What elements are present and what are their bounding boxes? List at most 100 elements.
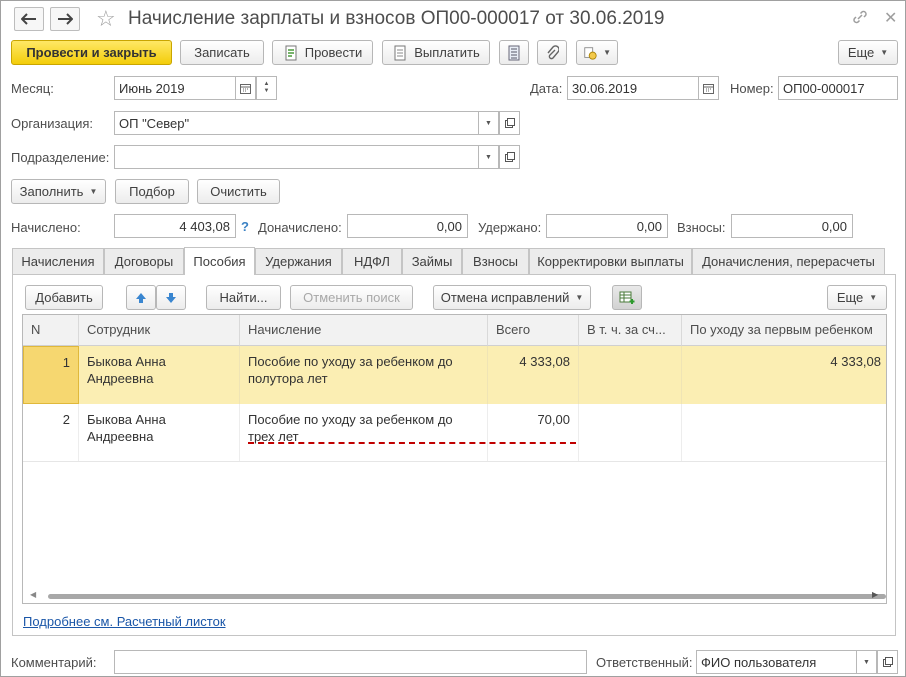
month-field[interactable]: Июнь 2019 — [114, 76, 236, 100]
contributions-label: Взносы: — [677, 220, 726, 235]
chevron-down-icon: ▼ — [485, 119, 492, 127]
col-header-including[interactable]: В т. ч. за сч... — [579, 315, 682, 346]
report-button[interactable] — [499, 40, 529, 65]
close-icon[interactable]: ✕ — [884, 8, 897, 28]
find-button[interactable]: Найти... — [206, 285, 281, 310]
cancel-corrections-button[interactable]: Отмена исправлений ▼ — [433, 285, 591, 310]
chevron-down-icon: ▼ — [575, 293, 584, 302]
favorite-star-icon[interactable]: ☆ — [96, 6, 116, 32]
department-open-button[interactable] — [499, 145, 520, 169]
tab-ndfl[interactable]: НДФЛ — [342, 248, 402, 274]
chevron-down-icon: ▼ — [880, 48, 889, 57]
forward-button[interactable] — [50, 7, 80, 31]
clear-button[interactable]: Очистить — [197, 179, 280, 204]
scrollbar-thumb[interactable] — [48, 594, 886, 599]
organization-field[interactable]: ОП "Север" — [114, 111, 479, 135]
col-header-accrual[interactable]: Начисление — [240, 315, 488, 346]
month-spinner[interactable]: ▲ ▼ — [256, 76, 277, 100]
fill-button[interactable]: Заполнить ▼ — [11, 179, 106, 204]
cell-accrual[interactable]: Пособие по уходу за ребенком до полутора… — [240, 346, 488, 404]
move-down-button[interactable] — [156, 285, 186, 310]
cell-employee[interactable]: Быкова Анна Андреевна — [79, 346, 240, 404]
tab-recalculations[interactable]: Доначисления, перерасчеты — [692, 248, 885, 274]
department-dropdown[interactable]: ▼ — [478, 145, 499, 169]
table-row[interactable]: 1 Быкова Анна Андреевна Пособие по уходу… — [23, 346, 886, 404]
contributions-value: 0,00 — [731, 214, 853, 238]
cell-n[interactable]: 2 — [23, 404, 79, 461]
table-more-button[interactable]: Еще ▼ — [827, 285, 887, 310]
link-icon[interactable] — [852, 9, 868, 29]
cell-first-child[interactable] — [682, 404, 886, 461]
tab-contributions[interactable]: Взносы — [462, 248, 529, 274]
tab-accruals[interactable]: Начисления — [12, 248, 104, 274]
calendar-button[interactable] — [235, 76, 256, 100]
table-row[interactable]: 2 Быкова Анна Андреевна Пособие по уходу… — [23, 404, 886, 462]
organization-open-button[interactable] — [499, 111, 520, 135]
table-horizontal-scrollbar[interactable]: ◀ ▶ — [22, 588, 887, 603]
tab-benefits[interactable]: Пособия — [184, 247, 255, 275]
chevron-down-icon: ▼ — [89, 187, 98, 196]
accrued-value: 4 403,08 — [114, 214, 236, 238]
col-header-n[interactable]: N — [23, 315, 79, 346]
spin-down-icon[interactable]: ▼ — [264, 88, 270, 95]
tab-deductions[interactable]: Удержания — [255, 248, 342, 274]
post-button-label: Провести — [304, 45, 363, 60]
cell-total[interactable]: 70,00 — [488, 404, 579, 461]
department-label: Подразделение: — [11, 150, 110, 165]
arrow-right-icon — [58, 13, 73, 25]
date-label: Дата: — [530, 81, 563, 96]
pay-button[interactable]: Выплатить — [382, 40, 490, 65]
cell-including[interactable] — [579, 346, 682, 404]
date-field[interactable]: 30.06.2019 — [567, 76, 699, 100]
select-button[interactable]: Подбор — [115, 179, 189, 204]
tab-payment-corrections[interactable]: Корректировки выплаты — [529, 248, 692, 274]
back-button[interactable] — [14, 7, 44, 31]
accrued-label: Начислено: — [11, 220, 81, 235]
add-row-button[interactable]: Добавить — [25, 285, 103, 310]
col-header-first-child[interactable]: По уходу за первым ребенком — [682, 315, 886, 346]
more-button[interactable]: Еще ▼ — [838, 40, 898, 65]
responsible-dropdown[interactable]: ▼ — [856, 650, 877, 674]
organization-dropdown[interactable]: ▼ — [478, 111, 499, 135]
table-settings-button[interactable] — [612, 285, 642, 310]
responsible-open-button[interactable] — [877, 650, 898, 674]
help-icon[interactable]: ? — [241, 219, 249, 234]
cancel-corrections-label: Отмена исправлений — [440, 290, 570, 305]
attach-button[interactable] — [537, 40, 567, 65]
save-button[interactable]: Записать — [180, 40, 264, 65]
cell-accrual[interactable]: Пособие по уходу за ребенком до трех лет — [240, 404, 488, 461]
table-more-label: Еще — [836, 290, 864, 305]
number-field[interactable]: ОП00-000017 — [778, 76, 898, 100]
month-label: Месяц: — [11, 81, 54, 96]
tab-contracts[interactable]: Договоры — [104, 248, 184, 274]
spin-up-icon[interactable]: ▲ — [264, 81, 270, 88]
organization-label: Организация: — [11, 116, 94, 131]
comment-field[interactable] — [114, 650, 587, 674]
create-based-on-button[interactable]: ▼ — [576, 40, 618, 65]
extra-accrued-value: 0,00 — [347, 214, 468, 238]
responsible-field[interactable]: ФИО пользователя — [696, 650, 857, 674]
cell-first-child[interactable]: 4 333,08 — [682, 346, 886, 404]
department-field[interactable] — [114, 145, 479, 169]
tab-loans[interactable]: Займы — [402, 248, 462, 274]
col-header-employee[interactable]: Сотрудник — [79, 315, 240, 346]
cell-total[interactable]: 4 333,08 — [488, 346, 579, 404]
scroll-left-icon[interactable]: ◀ — [30, 590, 36, 599]
list-report-icon — [508, 45, 520, 60]
chevron-down-icon: ▼ — [869, 293, 878, 302]
paperclip-icon — [547, 44, 559, 59]
cell-n[interactable]: 1 — [23, 346, 79, 404]
date-calendar-button[interactable] — [698, 76, 719, 100]
post-and-close-button[interactable]: Провести и закрыть — [11, 40, 172, 65]
payslip-link[interactable]: Подробнее см. Расчетный листок — [23, 614, 226, 629]
chevron-down-icon: ▼ — [485, 153, 492, 161]
cancel-search-button[interactable]: Отменить поиск — [290, 285, 413, 310]
comment-label: Комментарий: — [11, 655, 97, 670]
cell-employee[interactable]: Быкова Анна Андреевна — [79, 404, 240, 461]
scroll-right-icon[interactable]: ▶ — [872, 590, 878, 599]
cell-including[interactable] — [579, 404, 682, 461]
move-up-button[interactable] — [126, 285, 156, 310]
col-header-total[interactable]: Всего — [488, 315, 579, 346]
open-form-icon — [504, 118, 515, 128]
post-button[interactable]: Провести — [272, 40, 373, 65]
